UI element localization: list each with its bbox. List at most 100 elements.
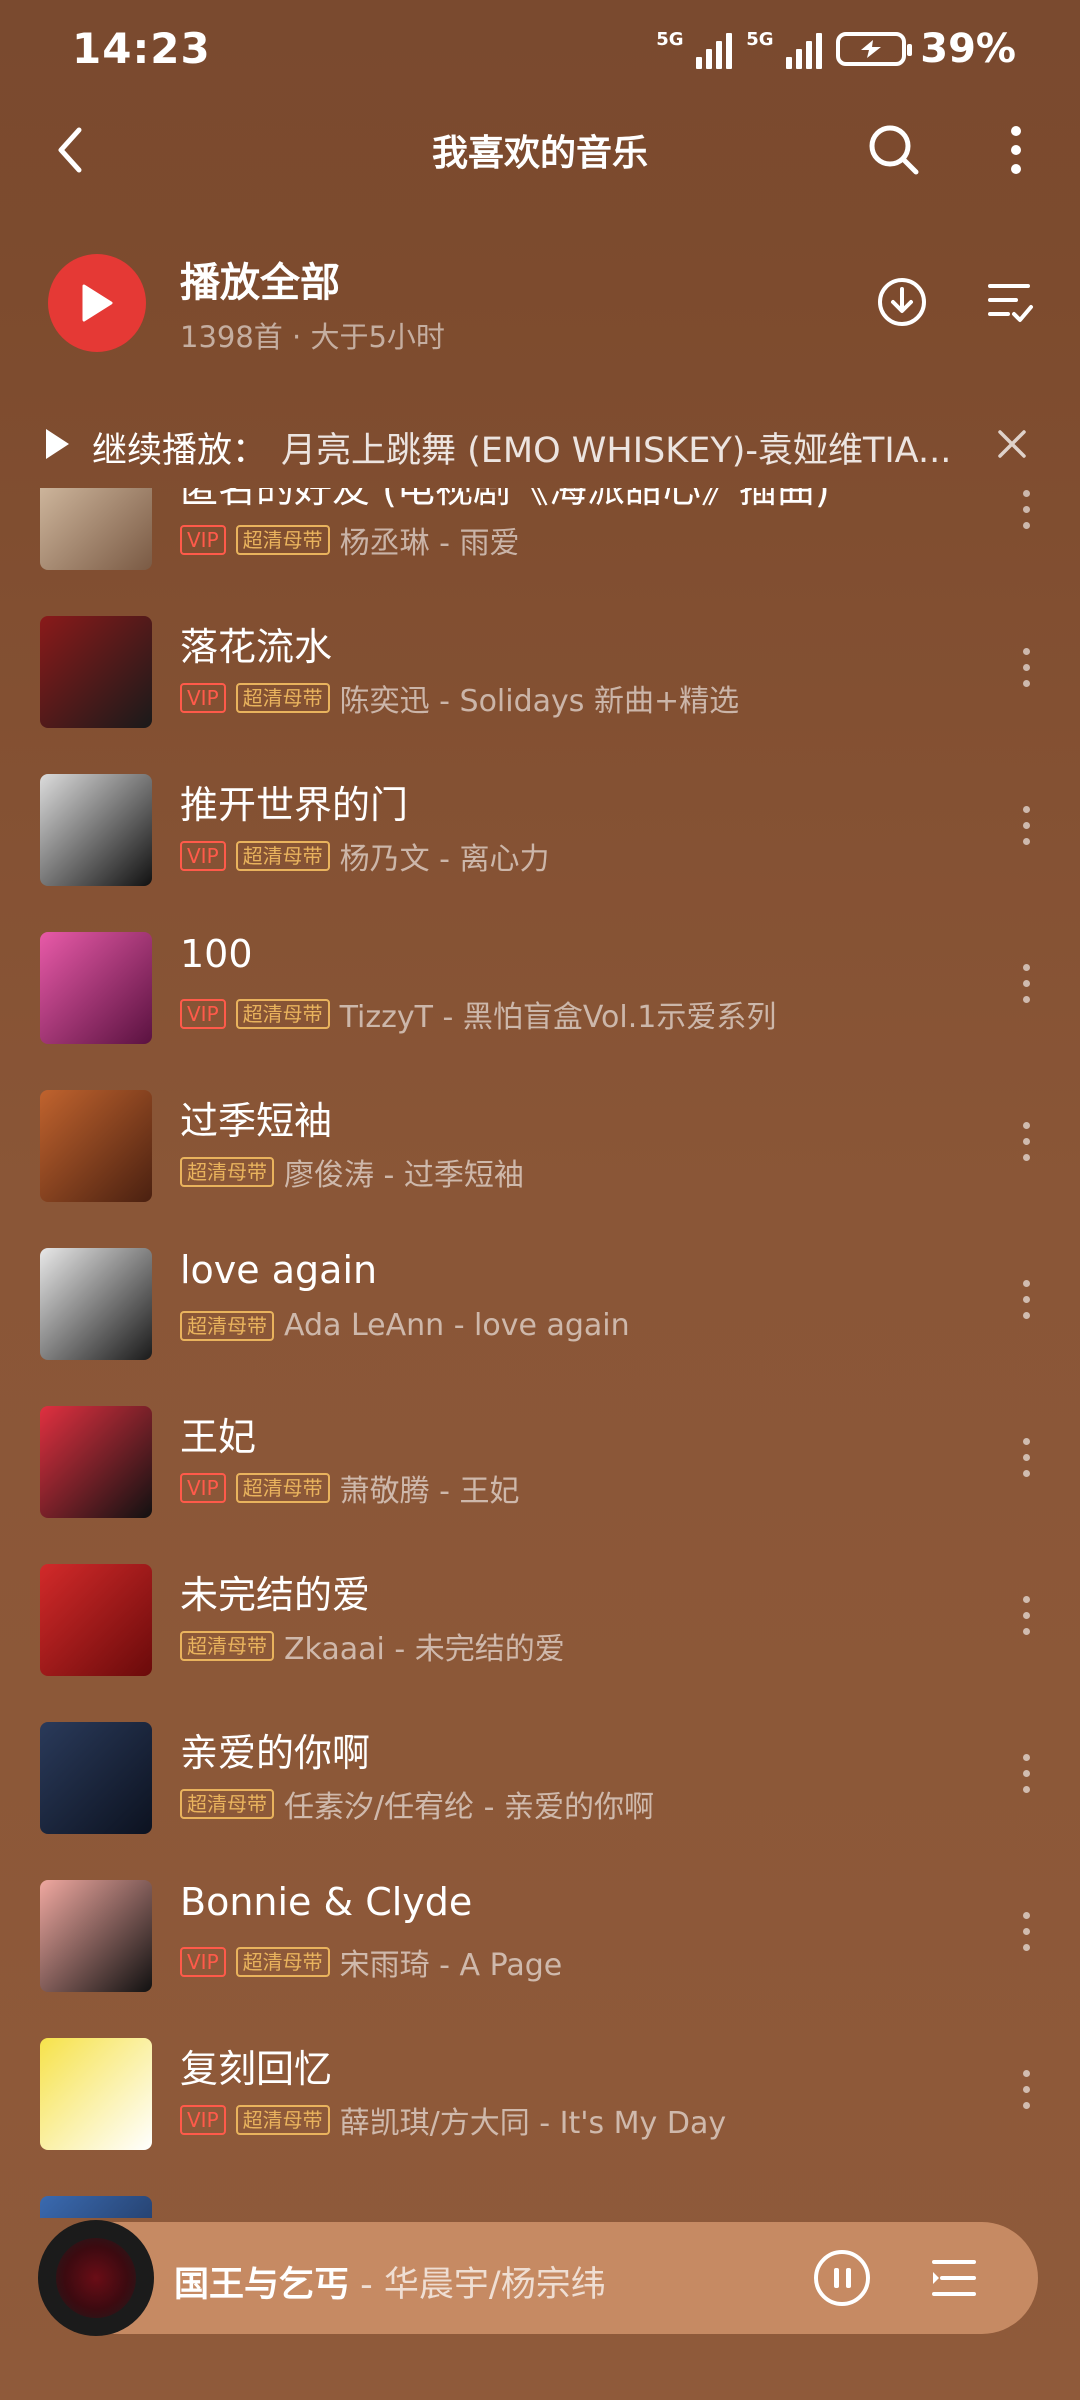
play-all-button[interactable]: [48, 254, 146, 352]
vip-badge: VIP: [180, 683, 226, 713]
song-artist-album: 薛凯琪/方大同 - It's My Day: [339, 2106, 727, 2141]
song-row[interactable]: Bonnie & Clyde VIP 超清母带 宋雨琦 - A Page: [0, 1858, 1080, 2016]
playlist-icon[interactable]: [922, 2250, 986, 2306]
continue-label: 继续播放：: [92, 431, 268, 471]
master-quality-badge: 超清母带: [235, 1947, 330, 1977]
song-row[interactable]: 100 VIP 超清母带 TizzyT - 黑怕盲盒Vol.1示爱系列: [0, 910, 1080, 1068]
song-more-icon[interactable]: [1016, 1438, 1036, 1477]
song-row[interactable]: 复刻回忆 VIP 超清母带 薛凯琪/方大同 - It's My Day: [0, 2016, 1080, 2174]
song-artist-album: 陈奕迅 - Solidays 新曲+精选: [339, 684, 740, 719]
album-cover: [40, 932, 152, 1044]
song-meta: VIP 超清母带 宋雨琦 - A Page: [180, 1940, 562, 1984]
master-quality-badge: 超清母带: [235, 999, 330, 1029]
song-more-icon[interactable]: [1016, 1280, 1036, 1319]
song-row[interactable]: 匿名的好友 (电视剧《海派甜心》插曲) VIP 超清母带 杨丞琳 - 雨爱: [0, 488, 1080, 594]
song-artist-album: 杨丞琳 - 雨爱: [339, 526, 520, 561]
song-row[interactable]: 未完结的爱 超清母带 Zkaaai - 未完结的爱: [0, 1542, 1080, 1700]
master-quality-badge: 超清母带: [235, 683, 330, 713]
now-playing-artist: - 华晨宇/杨宗纬: [349, 2265, 606, 2305]
song-more-icon[interactable]: [1016, 648, 1036, 687]
master-quality-badge: 超清母带: [235, 2105, 330, 2135]
song-meta: 超清母带 Zkaaai - 未完结的爱: [180, 1624, 565, 1668]
battery-icon: [836, 32, 913, 66]
battery-percent: 39%: [920, 26, 1016, 72]
song-row[interactable]: 过季短袖 超清母带 廖俊涛 - 过季短袖: [0, 1068, 1080, 1226]
play-all-label[interactable]: 播放全部: [180, 250, 340, 308]
song-title: 复刻回忆: [180, 2047, 333, 2091]
album-cover: [40, 1406, 152, 1518]
song-meta: VIP 超清母带 薛凯琪/方大同 - It's My Day: [180, 2098, 726, 2142]
song-more-icon[interactable]: [1016, 1596, 1036, 1635]
now-playing-disc[interactable]: [38, 2220, 154, 2336]
master-quality-badge: 超清母带: [180, 1310, 274, 1341]
song-row[interactable]: love again 超清母带 Ada LeAnn - love again: [0, 1226, 1080, 1384]
multi-select-icon[interactable]: [980, 272, 1040, 332]
album-cover: [40, 1564, 152, 1676]
song-artist-album: Zkaaai - 未完结的爱: [284, 1632, 565, 1667]
song-meta: 超清母带 任素汐/任宥纶 - 亲爱的你啊: [180, 1782, 654, 1826]
song-row[interactable]: 推开世界的门 VIP 超清母带 杨乃文 - 离心力: [0, 752, 1080, 910]
now-playing-text[interactable]: 国王与乞丐 - 华晨宇/杨宗纬: [174, 2256, 606, 2307]
song-row[interactable]: 王妃 VIP 超清母带 萧敬腾 - 王妃: [0, 1384, 1080, 1542]
song-title: 过季短袖: [180, 1099, 333, 1143]
song-more-icon[interactable]: [1016, 490, 1036, 529]
master-quality-badge: 超清母带: [180, 1789, 274, 1819]
song-title: Bonnie & Clyde: [180, 1880, 473, 1924]
album-cover: [40, 1248, 152, 1360]
download-icon[interactable]: [872, 272, 932, 332]
play-icon[interactable]: [40, 424, 74, 464]
song-row[interactable]: 落花流水 VIP 超清母带 陈奕迅 - Solidays 新曲+精选: [0, 594, 1080, 752]
vip-badge: VIP: [180, 999, 226, 1029]
song-more-icon[interactable]: [1016, 806, 1036, 845]
top-bar: 我喜欢的音乐: [0, 100, 1080, 200]
play-all-section: 播放全部 1398首 · 大于5小时: [0, 240, 1080, 370]
song-row[interactable]: [0, 2174, 1080, 2218]
song-more-icon[interactable]: [1016, 1754, 1036, 1793]
song-artist-album: 萧敬腾 - 王妃: [339, 1474, 520, 1509]
search-icon[interactable]: [862, 118, 926, 182]
song-title: 推开世界的门: [180, 783, 409, 827]
vip-badge: VIP: [180, 841, 226, 871]
mini-player[interactable]: 国王与乞丐 - 华晨宇/杨宗纬: [38, 2220, 1038, 2336]
song-artist-album: 杨乃文 - 离心力: [339, 842, 550, 877]
song-more-icon[interactable]: [1016, 1122, 1036, 1161]
signal-icon: 5G: [656, 29, 733, 69]
song-meta: VIP 超清母带 陈奕迅 - Solidays 新曲+精选: [180, 676, 739, 720]
album-cover: [40, 488, 152, 570]
song-artist-album: 廖俊涛 - 过季短袖: [284, 1158, 524, 1193]
song-title: 亲爱的你啊: [180, 1731, 371, 1775]
song-row[interactable]: 亲爱的你啊 超清母带 任素汐/任宥纶 - 亲爱的你啊: [0, 1700, 1080, 1858]
vip-badge: VIP: [180, 1473, 226, 1503]
song-meta: VIP 超清母带 杨丞琳 - 雨爱: [180, 518, 520, 562]
album-cover: [40, 774, 152, 886]
song-more-icon[interactable]: [1016, 1912, 1036, 1951]
status-bar: 14:23 5G 5G 39%: [0, 0, 1080, 100]
master-quality-badge: 超清母带: [235, 841, 330, 871]
album-cover: [40, 616, 152, 728]
now-playing-title: 国王与乞丐: [174, 2265, 350, 2305]
status-icons: 5G 5G 39%: [656, 26, 1016, 72]
signal-icon: 5G: [746, 29, 823, 69]
album-cover: [40, 1880, 152, 1992]
master-quality-badge: 超清母带: [180, 1631, 274, 1661]
song-more-icon[interactable]: [1016, 2070, 1036, 2109]
song-meta: VIP 超清母带 TizzyT - 黑怕盲盒Vol.1示爱系列: [180, 992, 776, 1036]
continue-playing-bar[interactable]: 继续播放： 月亮上跳舞 (EMO WHISKEY)-袁娅维TIA...: [0, 410, 1080, 480]
album-cover: [40, 1722, 152, 1834]
pause-button[interactable]: [814, 2250, 870, 2306]
album-cover: [40, 1090, 152, 1202]
song-more-icon[interactable]: [1016, 964, 1036, 1003]
song-meta: 超清母带 Ada LeAnn - love again: [180, 1308, 630, 1343]
continue-song: 月亮上跳舞 (EMO WHISKEY)-袁娅维TIA...: [281, 431, 952, 471]
more-options-icon[interactable]: [992, 118, 1040, 182]
play-icon: [82, 284, 113, 322]
status-time: 14:23: [72, 24, 211, 73]
song-artist-album: 宋雨琦 - A Page: [339, 1948, 563, 1983]
song-title: 落花流水: [180, 625, 333, 669]
song-artist-album: 任素汐/任宥纶 - 亲爱的你啊: [284, 1790, 655, 1825]
song-title: 未完结的爱: [180, 1573, 371, 1617]
continue-playing-text[interactable]: 继续播放： 月亮上跳舞 (EMO WHISKEY)-袁娅维TIA...: [92, 422, 951, 473]
close-icon[interactable]: [990, 422, 1034, 466]
song-title: 王妃: [180, 1415, 257, 1459]
song-count: 1398首 · 大于5小时: [180, 320, 445, 354]
